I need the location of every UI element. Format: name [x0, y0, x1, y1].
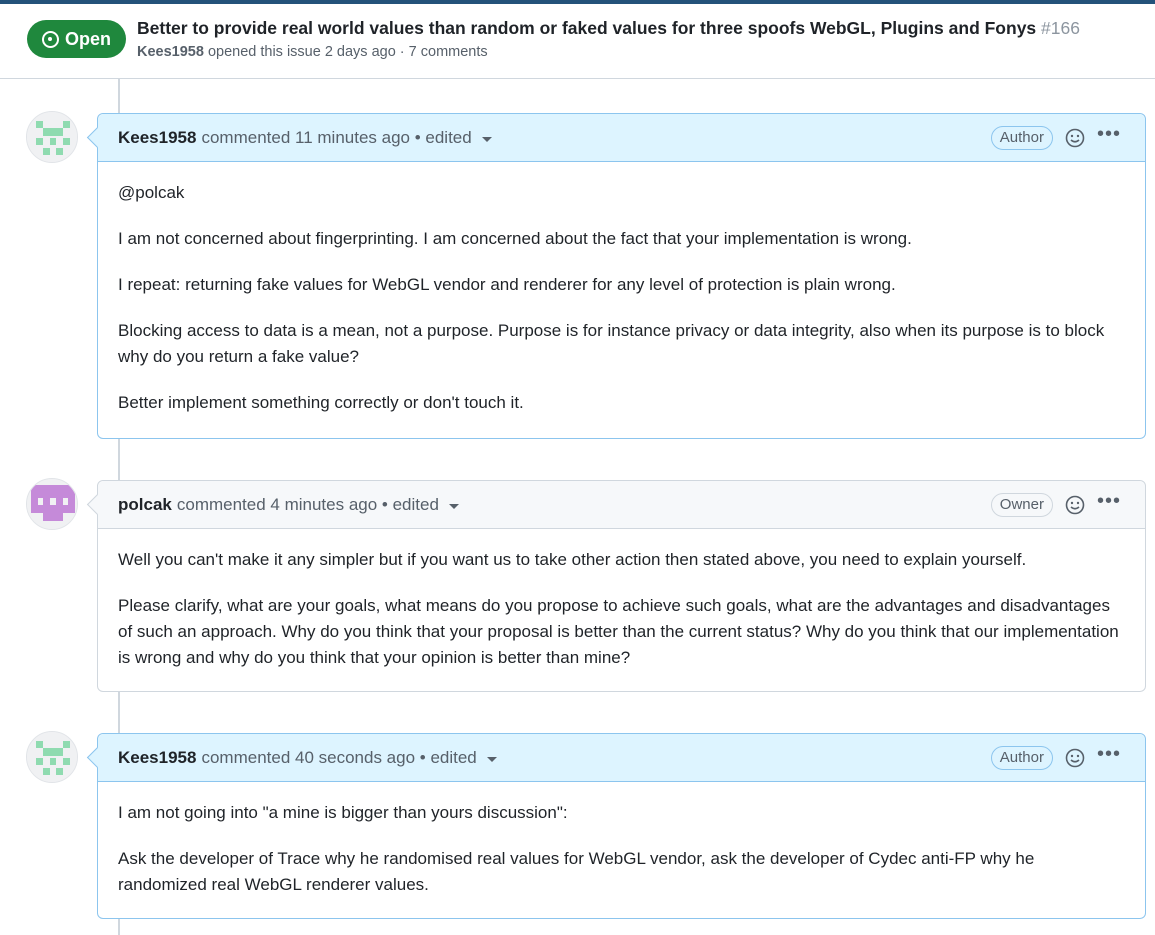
role-badge: Author: [990, 746, 1053, 770]
comment-timestamp[interactable]: commented 4 minutes ago • edited: [177, 495, 439, 515]
comment-paragraph: I am not concerned about fingerprinting.…: [118, 229, 912, 248]
issue-title-text: Better to provide real world values than…: [137, 18, 1037, 38]
comment-paragraph: Ask the developer of Trace why he random…: [118, 849, 1035, 894]
comment-paragraph: @polcak: [118, 183, 185, 202]
comment-body: I am not going into "a mine is bigger th…: [98, 782, 1145, 916]
timeline-connector: [118, 919, 120, 935]
comment-paragraph: Better implement something correctly or …: [118, 393, 524, 412]
comment-timestamp[interactable]: commented 11 minutes ago • edited: [201, 128, 471, 148]
comment: Kees1958 commented 11 minutes ago • edit…: [97, 113, 1146, 439]
issue-state-label: Open: [64, 28, 111, 49]
role-badge: Owner: [990, 493, 1053, 517]
triangle-down-icon[interactable]: [486, 756, 497, 762]
issue-number: #166: [1041, 18, 1080, 38]
comment-header: Kees1958 commented 40 seconds ago • edit…: [98, 734, 1145, 782]
comment-paragraph: I repeat: returning fake values for WebG…: [118, 275, 896, 294]
issue-header: Open Better to provide real world values…: [0, 4, 1155, 79]
issue-meta-text: opened this issue 2 days ago · 7 comment…: [207, 44, 488, 60]
avatar[interactable]: [26, 111, 78, 163]
issue-meta: Kees1958 opened this issue 2 days ago · …: [137, 44, 488, 60]
comment-paragraph: Please clarify, what are your goals, wha…: [118, 596, 1119, 667]
avatar[interactable]: [26, 478, 78, 530]
comment: Kees1958 commented 40 seconds ago • edit…: [97, 733, 1146, 919]
comment-header: polcak commented 4 minutes ago • edited …: [98, 481, 1145, 529]
identicon: [27, 479, 77, 529]
comment-actions: Author •••: [990, 114, 1121, 162]
kebab-horizontal-icon[interactable]: •••: [1097, 744, 1121, 764]
timeline-connector: [118, 79, 120, 113]
comment: polcak commented 4 minutes ago • edited …: [97, 480, 1146, 692]
timeline-connector: [118, 438, 120, 480]
issue-opened-icon: [41, 30, 59, 48]
issue-author-link[interactable]: Kees1958: [137, 44, 204, 60]
comment-header: Kees1958 commented 11 minutes ago • edit…: [98, 114, 1145, 162]
comment-paragraph: Well you can't make it any simpler but i…: [118, 550, 1027, 569]
triangle-down-icon[interactable]: [481, 136, 492, 142]
comment-author[interactable]: Kees1958: [118, 748, 196, 768]
kebab-horizontal-icon[interactable]: •••: [1097, 491, 1121, 511]
role-badge: Author: [990, 126, 1053, 150]
identicon: [27, 732, 77, 782]
identicon: [27, 112, 77, 162]
comment-actions: Owner •••: [990, 481, 1121, 529]
timeline-connector: [118, 691, 120, 733]
comment-body: @polcak I am not concerned about fingerp…: [98, 162, 1145, 434]
avatar[interactable]: [26, 731, 78, 783]
smiley-icon[interactable]: [1065, 128, 1085, 148]
issue-title: Better to provide real world values than…: [137, 18, 1080, 39]
comment-author[interactable]: Kees1958: [118, 128, 196, 148]
triangle-down-icon[interactable]: [448, 503, 459, 509]
comment-paragraph: Blocking access to data is a mean, not a…: [118, 321, 1105, 366]
comment-author[interactable]: polcak: [118, 495, 172, 515]
comment-body: Well you can't make it any simpler but i…: [98, 529, 1145, 689]
issue-state-badge: Open: [27, 20, 126, 58]
comment-timestamp[interactable]: commented 40 seconds ago • edited: [201, 748, 476, 768]
smiley-icon[interactable]: [1065, 748, 1085, 768]
comment-actions: Author •••: [990, 734, 1121, 782]
kebab-horizontal-icon[interactable]: •••: [1097, 124, 1121, 144]
comment-paragraph: I am not going into "a mine is bigger th…: [118, 803, 568, 822]
smiley-icon[interactable]: [1065, 495, 1085, 515]
